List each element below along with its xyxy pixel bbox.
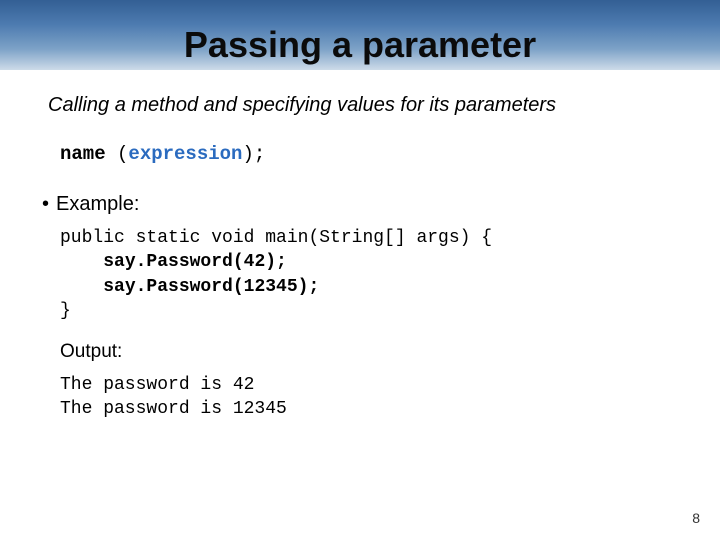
- output-label: Output:: [42, 341, 690, 363]
- page-number: 8: [692, 510, 700, 526]
- slide-content: Calling a method and specifying values f…: [0, 70, 720, 422]
- slide: Passing a parameter Calling a method and…: [0, 0, 720, 540]
- syntax-expression: expression: [128, 143, 242, 165]
- code-block: public static void main(String[] args) {…: [42, 226, 690, 323]
- syntax-close-paren: );: [242, 143, 265, 165]
- code-line-3: say.Password(12345);: [103, 277, 319, 297]
- code-line-2: say.Password(42);: [103, 252, 287, 272]
- code-line-1: public static void main(String[] args) {: [60, 228, 492, 248]
- output-block: The password is 42 The password is 12345: [42, 373, 690, 422]
- code-indent-2: [60, 252, 103, 272]
- bullet-icon: •: [42, 193, 56, 216]
- subtitle: Calling a method and specifying values f…: [42, 94, 690, 117]
- slide-title: Passing a parameter: [184, 24, 536, 66]
- example-bullet: •Example:: [42, 193, 690, 216]
- syntax-name: name: [60, 143, 106, 165]
- example-label: Example:: [56, 193, 139, 215]
- syntax-open-paren: (: [106, 143, 129, 165]
- code-indent-3: [60, 277, 103, 297]
- output-line-1: The password is 42: [60, 375, 254, 395]
- code-line-4: }: [60, 301, 71, 321]
- syntax-pattern: name (expression);: [42, 143, 690, 165]
- title-band: Passing a parameter: [0, 0, 720, 70]
- output-line-2: The password is 12345: [60, 399, 287, 419]
